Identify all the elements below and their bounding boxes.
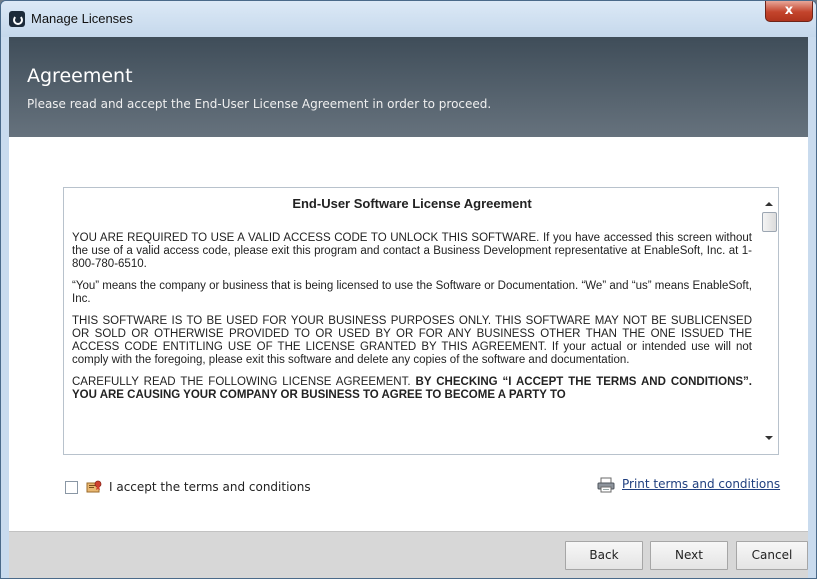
scroll-thumb[interactable]: [762, 212, 777, 232]
dialog-content: Agreement Please read and accept the End…: [9, 37, 808, 578]
eula-content: End-User Software License Agreement YOU …: [72, 196, 752, 411]
next-button[interactable]: Next: [650, 541, 728, 570]
accept-terms-checkbox[interactable]: [65, 481, 78, 494]
print-terms-label[interactable]: Print terms and conditions: [622, 477, 780, 491]
scroll-up-arrow-icon[interactable]: [765, 202, 773, 206]
cancel-button[interactable]: Cancel: [736, 541, 808, 570]
eula-paragraph-normal: CAREFULLY READ THE FOLLOWING LICENSE AGR…: [72, 376, 416, 388]
scroll-down-arrow-icon[interactable]: [765, 436, 773, 440]
close-button[interactable]: x: [765, 1, 813, 22]
page-title: Agreement: [27, 65, 133, 87]
app-logo-icon: [9, 11, 25, 27]
eula-title: End-User Software License Agreement: [292, 196, 532, 211]
agreement-header: Agreement Please read and accept the End…: [9, 37, 808, 137]
eula-paragraph: CAREFULLY READ THE FOLLOWING LICENSE AGR…: [72, 376, 752, 402]
dialog-footer: Back Next Cancel: [9, 531, 808, 578]
eula-paragraph: THIS SOFTWARE IS TO BE USED FOR YOUR BUS…: [72, 315, 752, 366]
printer-icon: [597, 477, 615, 493]
title-bar[interactable]: Manage Licenses x: [1, 1, 816, 37]
window-title: Manage Licenses: [31, 11, 133, 26]
certificate-icon: [86, 479, 102, 493]
manage-licenses-window: Manage Licenses x Agreement Please read …: [0, 0, 817, 579]
back-button[interactable]: Back: [565, 541, 643, 570]
accept-terms-label[interactable]: I accept the terms and conditions: [109, 480, 311, 494]
eula-text-box[interactable]: End-User Software License Agreement YOU …: [63, 187, 779, 455]
eula-scrollbar[interactable]: [760, 188, 778, 454]
eula-paragraph: YOU ARE REQUIRED TO USE A VALID ACCESS C…: [72, 232, 752, 270]
eula-paragraph: “You” means the company or business that…: [72, 280, 752, 305]
page-subtitle: Please read and accept the End-User Lice…: [27, 97, 492, 111]
